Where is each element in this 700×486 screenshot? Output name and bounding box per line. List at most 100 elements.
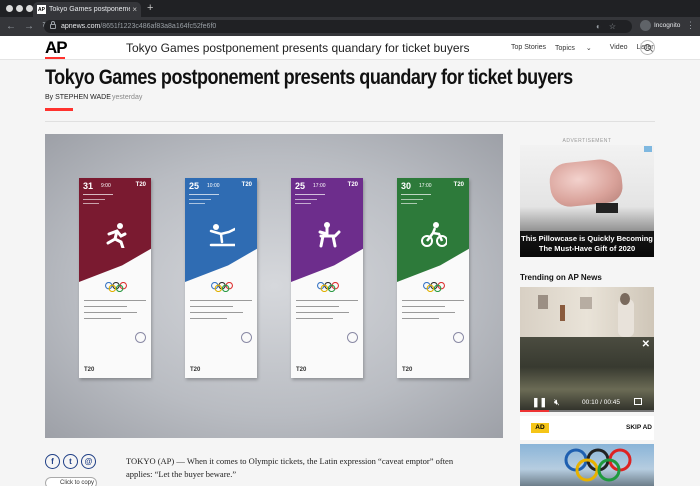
ad-caption: This Pillowcase is Quickly Becoming The … [520,231,654,257]
tokyo-emblem-icon [347,332,358,343]
ticket-header: 25 17:00 T20 [291,178,363,282]
ticket-footer-code: T20 [296,367,307,373]
olympic-ticket: 25 17:00 T20 T20 [291,178,363,378]
nav-topics[interactable]: Topics ⌄ [555,44,601,52]
ticket-header-text [83,194,113,208]
url-path: /8651f1223c486af83a8a164fc52fe6f0 [100,23,217,30]
video-time: 00:10 / 00:45 [582,399,620,406]
minimize-window-button[interactable] [16,5,23,12]
browser-tab[interactable]: AP Tokyo Games postponement p × [33,2,141,17]
ticket-header: 25 10:00 T20 [185,178,257,282]
nav-top-stories[interactable]: Top Stories [511,44,546,52]
byline: By STEPHEN WADE [45,94,111,101]
gymnastics-pictogram-icon [209,224,235,247]
address-bar[interactable]: apnews.com/8651f1223c486af83a8a164fc52fe… [44,20,632,33]
close-window-button[interactable] [6,5,13,12]
close-tab-icon[interactable]: × [132,5,137,14]
back-icon[interactable]: ← [6,21,16,32]
ticket-date: 25 [189,181,200,191]
close-video-icon[interactable]: ✕ [642,339,650,350]
logo-underline [45,57,65,59]
video-ad-bar: AD SKIP AD [520,416,654,440]
ticket-time: 9:00 [101,183,111,189]
ticket-header: 30 17:00 T20 [397,178,469,282]
olympic-rings-thumbnail[interactable] [520,444,654,486]
video-player[interactable]: ✕ ❚❚ 🔇︎ 00:10 / 00:45 [520,337,654,412]
olympic-rings-icon [423,282,445,292]
header-headline: Tokyo Games postponement presents quanda… [126,41,470,55]
ticket-header: 31 9:00 T20 [79,178,151,282]
browser-menu-icon[interactable]: ⋮ [686,20,695,31]
header-divider [45,121,655,122]
cycling-pictogram-icon [421,222,447,247]
copy-link-button[interactable]: Click to copy [45,477,97,486]
nav-video[interactable]: Video [610,44,628,52]
ticket-code: T20 [241,182,252,188]
ticket-time: 10:00 [207,183,220,189]
ticket-header-text [189,194,219,208]
ad-badge: AD [531,423,549,433]
tokyo-emblem-icon [241,332,252,343]
ticket-date: 25 [295,181,306,191]
ad-label: ADVERTISEMENT [562,138,612,144]
article-body: TOKYO (AP) — When it comes to Olympic ti… [126,456,454,479]
search-button[interactable] [640,40,655,55]
headline-accent-bar [45,108,73,111]
tokyo-emblem-icon [453,332,464,343]
ticket-footer-code: T20 [190,367,201,373]
ticket-footer-code: T20 [402,367,413,373]
olympic-rings-icon [105,282,127,292]
pillow-image [547,157,625,209]
share-buttons: f t @ [45,454,99,469]
pause-icon[interactable]: ❚❚ [532,397,547,408]
chevron-down-icon: ⌄ [585,45,592,52]
article-headline: Tokyo Games postponement presents quanda… [45,66,573,89]
video-progress-fill [520,410,550,412]
olympic-ticket: 25 10:00 T20 T20 [185,178,257,378]
mute-icon[interactable]: 🔇︎ [554,397,560,408]
trending-title: Trending on AP News [520,273,602,282]
incognito-indicator[interactable]: Incognito [640,20,680,31]
forward-icon[interactable]: → [24,21,34,32]
twitter-share-icon[interactable]: t [63,454,78,469]
gift-box-image [596,203,618,213]
facebook-share-icon[interactable]: f [45,454,60,469]
site-header: AP Tokyo Games postponement presents qua… [0,36,700,60]
email-share-icon[interactable]: @ [81,454,96,469]
lead-image[interactable]: 31 9:00 T20 T20 25 10:00 T20 T20 25 17:00 T20 T20 30… [45,134,503,438]
olympic-ticket: 31 9:00 T20 T20 [79,178,151,378]
browser-toolbar: ← → ↻ apnews.com/8651f1223c486af83a8a164… [0,17,700,36]
equestrian-pictogram-icon [318,222,341,248]
olympic-rings-icon [317,282,339,292]
olympic-ticket: 30 17:00 T20 T20 [397,178,469,378]
video-controls: ❚❚ 🔇︎ 00:10 / 00:45 [520,392,654,412]
browser-chrome: AP Tokyo Games postponement p × + ← → ↻ … [0,0,700,36]
tokyo-emblem-icon [135,332,146,343]
video-progress-bar[interactable] [520,410,654,412]
ticket-time: 17:00 [419,183,432,189]
skip-ad-button[interactable]: SKIP AD [626,424,652,431]
ticket-date: 31 [83,181,94,191]
ticket-date: 30 [401,181,412,191]
ticket-code: T20 [347,182,358,188]
url-host: apnews.com [61,23,101,30]
fullscreen-icon[interactable] [634,398,642,405]
nav-topics-label: Topics [555,45,575,52]
incognito-icon [640,20,651,31]
maximize-window-button[interactable] [26,5,33,12]
new-tab-button[interactable]: + [147,2,153,15]
bookmark-star-icon[interactable]: ◐☆ [596,22,624,31]
ticket-code: T20 [135,182,146,188]
olympic-rings-icon [211,282,233,292]
ticket-header-text [401,194,431,208]
olympic-rings-icon [564,448,632,482]
ap-logo[interactable]: AP [45,38,68,58]
ticket-footer-code: T20 [84,367,95,373]
lock-icon [50,21,56,29]
publish-time: yesterday [112,94,143,101]
tab-strip: AP Tokyo Games postponement p × + [0,0,700,17]
ticket-header-text [295,194,325,208]
adchoices-icon[interactable] [644,146,652,152]
advertisement[interactable]: This Pillowcase is Quickly Becoming The … [520,145,654,257]
trending-thumbnail[interactable] [520,287,654,337]
